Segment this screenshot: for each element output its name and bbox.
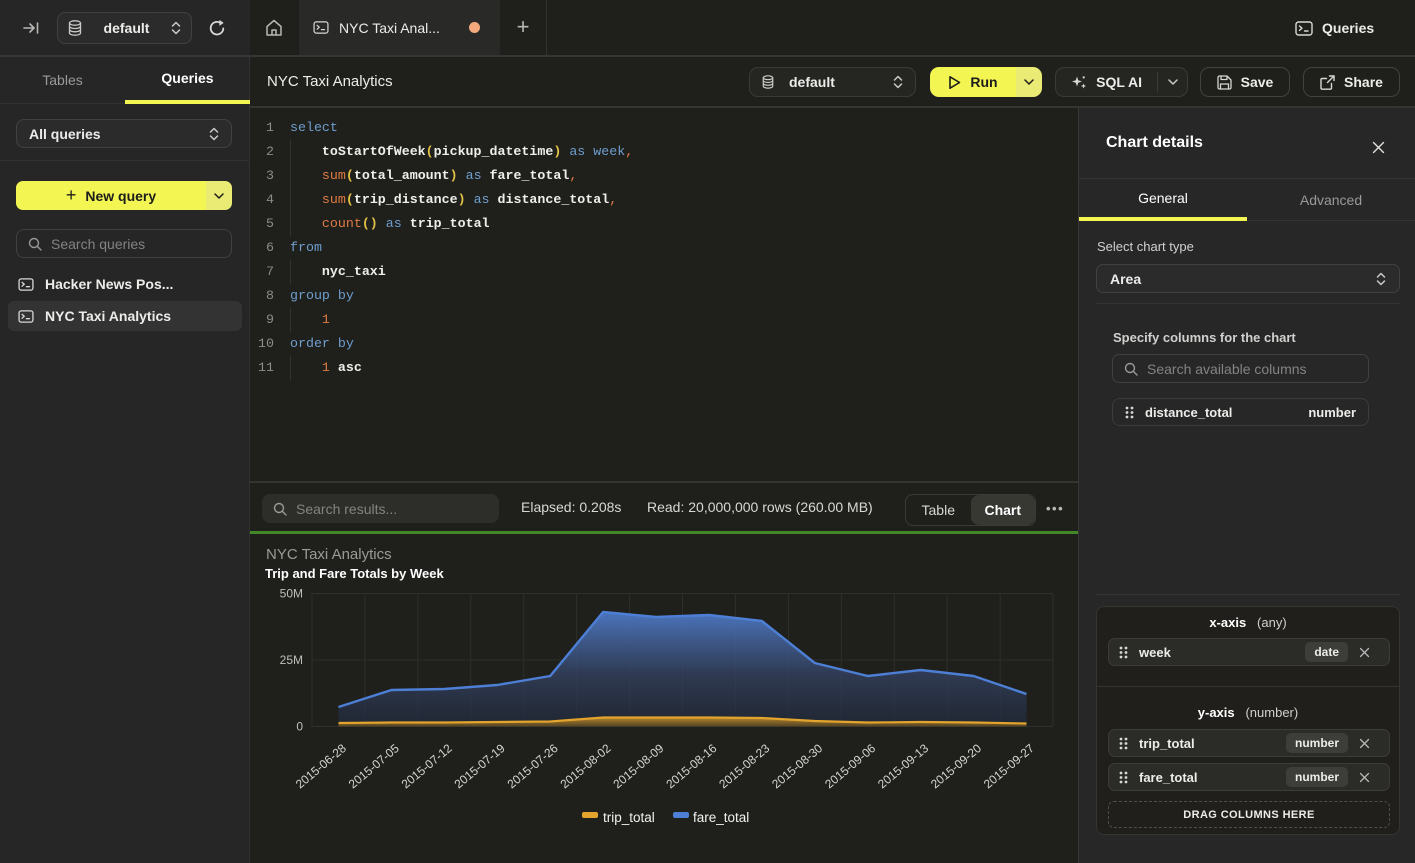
svg-text:2015-09-13: 2015-09-13 [875,741,931,791]
svg-text:2015-07-26: 2015-07-26 [505,741,561,791]
svg-text:2015-07-19: 2015-07-19 [452,741,508,791]
svg-text:0: 0 [296,720,303,734]
svg-text:fare_total: fare_total [693,810,749,825]
svg-text:2015-07-12: 2015-07-12 [399,741,455,791]
svg-text:2015-08-30: 2015-08-30 [769,741,825,791]
svg-text:2015-08-23: 2015-08-23 [716,741,772,791]
svg-text:2015-08-09: 2015-08-09 [610,741,666,791]
svg-text:2015-09-27: 2015-09-27 [981,741,1037,791]
svg-text:2015-08-16: 2015-08-16 [663,741,719,791]
svg-text:2015-08-02: 2015-08-02 [558,741,614,791]
svg-text:trip_total: trip_total [603,810,655,825]
svg-text:50M: 50M [280,587,303,601]
svg-text:25M: 25M [280,653,303,667]
svg-text:2015-07-05: 2015-07-05 [346,741,402,791]
svg-text:2015-09-06: 2015-09-06 [822,741,878,791]
svg-text:2015-09-20: 2015-09-20 [928,741,984,791]
svg-text:2015-06-28: 2015-06-28 [293,741,349,791]
